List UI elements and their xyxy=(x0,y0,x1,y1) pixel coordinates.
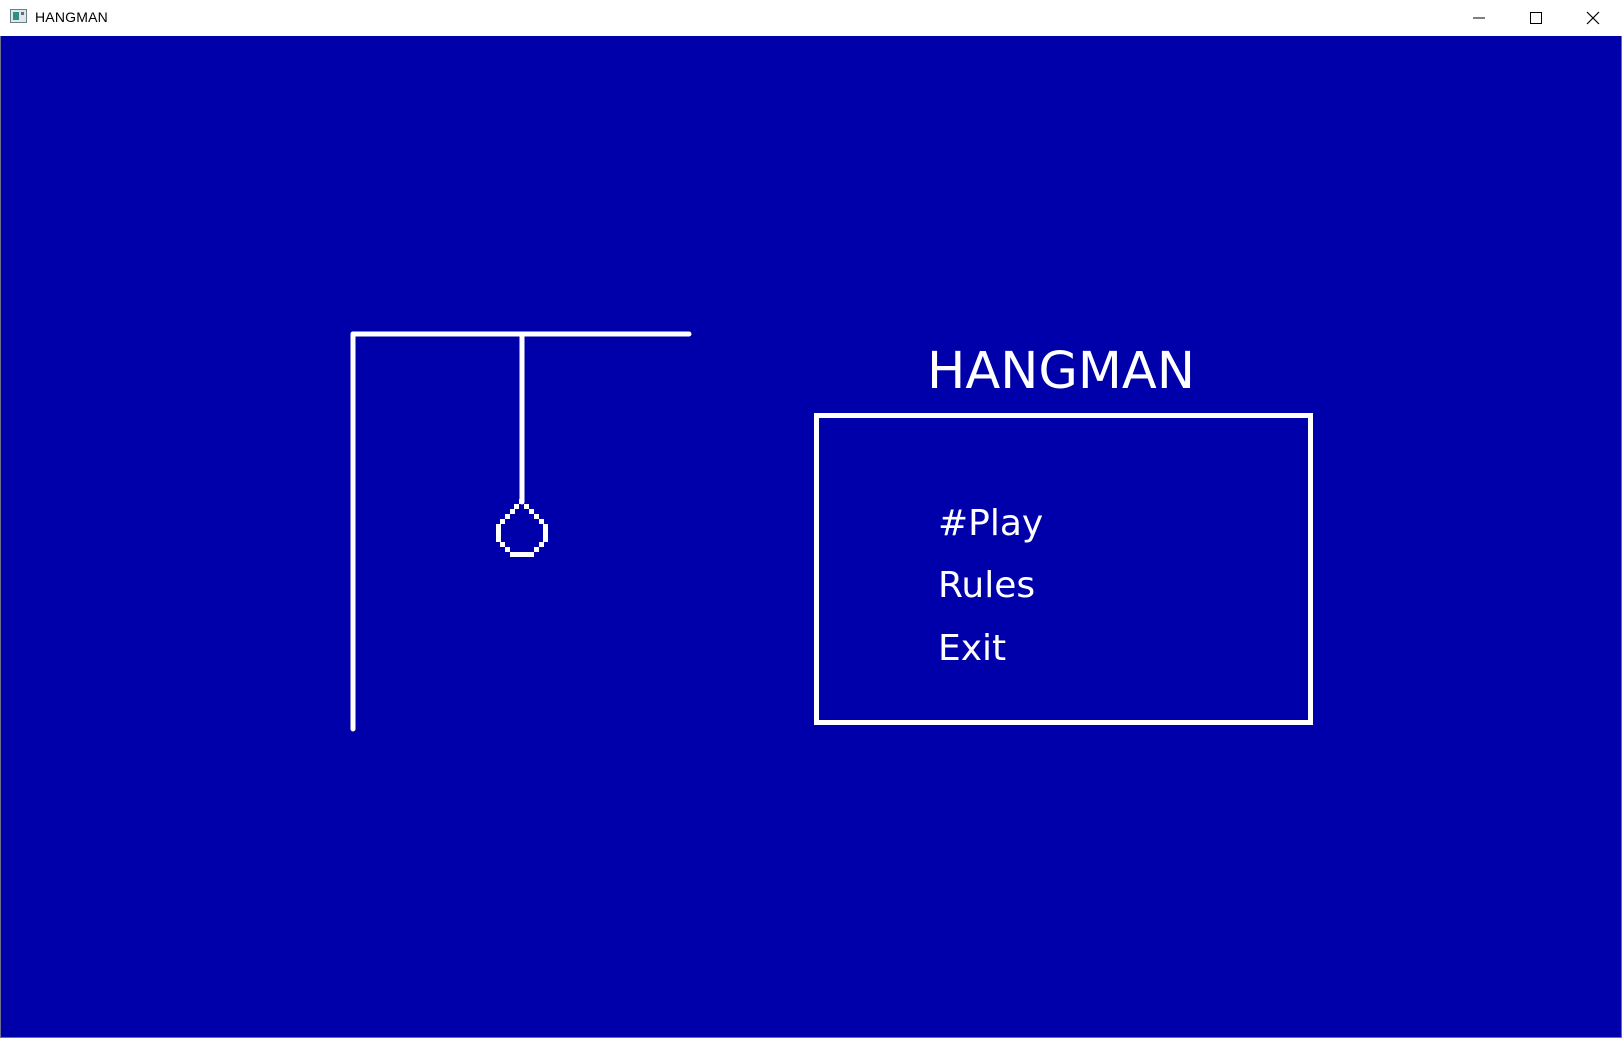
window-title: HANGMAN xyxy=(35,9,108,25)
noose-loop xyxy=(496,499,548,557)
minimize-icon xyxy=(1473,17,1485,19)
close-button[interactable] xyxy=(1564,0,1622,36)
window-title-bar[interactable]: HANGMAN xyxy=(0,0,1622,36)
menu-item-play[interactable]: #Play xyxy=(938,503,1043,544)
minimize-button[interactable] xyxy=(1450,0,1508,36)
game-canvas[interactable]: HANGMAN #Play Rules Exit xyxy=(0,36,1622,1038)
maximize-icon xyxy=(1530,12,1542,24)
main-menu: #Play Rules Exit xyxy=(814,413,1313,725)
maximize-button[interactable] xyxy=(1507,0,1565,36)
app-window-icon xyxy=(10,9,27,23)
menu-item-rules[interactable]: Rules xyxy=(938,565,1035,606)
close-icon xyxy=(1586,11,1600,25)
gallows-drawing xyxy=(350,331,692,732)
menu-item-exit[interactable]: Exit xyxy=(938,628,1006,669)
game-title: HANGMAN xyxy=(927,342,1195,401)
gallows-frame xyxy=(350,331,692,732)
